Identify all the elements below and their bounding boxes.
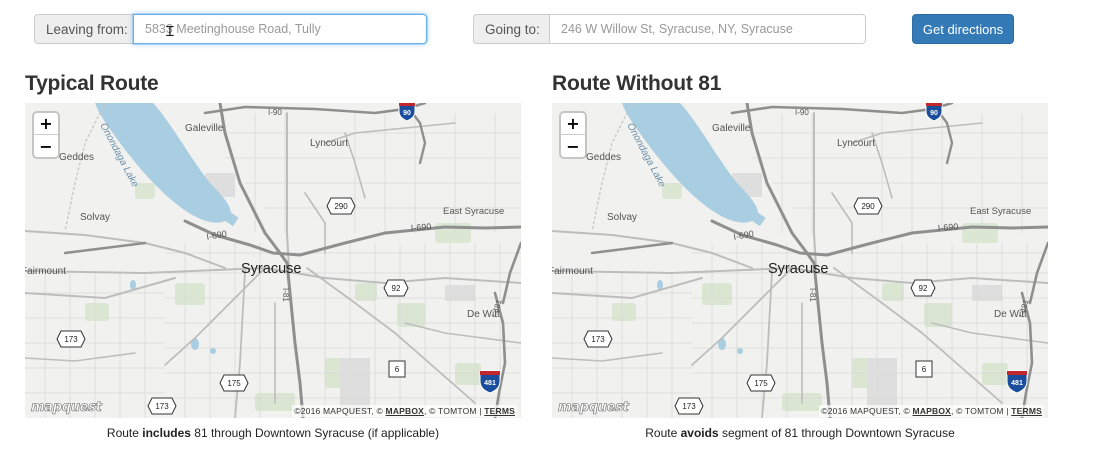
city-label: Syracuse	[768, 261, 828, 277]
city-label: Syracuse	[241, 261, 301, 277]
attribution-prefix: ©2016 MAPQUEST, ©	[821, 406, 913, 416]
svg-text:290: 290	[334, 202, 348, 211]
route-290-shield-icon: 290	[853, 197, 883, 215]
caption-emphasis: includes	[142, 426, 191, 440]
galeville-label: Galeville	[712, 123, 751, 134]
mapquest-logo[interactable]: mapquest	[558, 400, 629, 416]
i690-east-label: I-690	[937, 222, 958, 233]
solvay-label: Solvay	[80, 212, 110, 223]
route-173-shield-icon: 173	[56, 330, 86, 348]
route-173-south-shield-icon: 173	[674, 397, 704, 415]
going-to-label: Going to:	[473, 14, 549, 44]
svg-text:92: 92	[919, 284, 928, 293]
svg-text:290: 290	[861, 202, 875, 211]
route-map[interactable]: Onondaga Lake Galeville Geddes Lyncourt …	[552, 103, 1048, 418]
svg-text:173: 173	[591, 335, 605, 344]
map-attribution: ©2016 MAPQUEST, © MAPBOX, © TOMTOM | TER…	[819, 405, 1044, 417]
zoom-in-button[interactable]: +	[561, 113, 585, 135]
i90-label: I-90	[795, 108, 809, 117]
route-6-shield-icon: 6	[915, 360, 933, 378]
svg-text:175: 175	[754, 379, 768, 388]
route-without-81-panel: Route Without 81 Onondaga Lake Galeville…	[552, 70, 1048, 440]
zoom-control: + −	[34, 113, 58, 157]
i81-label: I-81	[808, 288, 817, 302]
route-map[interactable]: Onondaga Lake Galeville Geddes Lyncourt …	[25, 103, 521, 418]
svg-text:90: 90	[930, 110, 938, 117]
zoom-in-button[interactable]: +	[34, 113, 58, 135]
going-to-input[interactable]: 246 W Willow St, Syracuse, NY, Syracuse	[549, 14, 866, 44]
attribution-mid: , © TOMTOM |	[424, 406, 485, 416]
svg-text:481: 481	[484, 380, 496, 387]
solvay-label: Solvay	[607, 212, 637, 223]
going-to-group: Going to: 246 W Willow St, Syracuse, NY,…	[473, 14, 866, 44]
attribution-mid: , © TOMTOM |	[951, 406, 1012, 416]
route-caption: Route avoids segment of 81 through Downt…	[552, 426, 1048, 440]
svg-text:173: 173	[155, 402, 169, 411]
leaving-from-group: Leaving from: 5833 Meetinghouse Road, Tu…	[34, 14, 427, 44]
route-173-shield-icon: 173	[583, 330, 613, 348]
caption-prefix: Route	[106, 426, 143, 440]
i81-label: I-81	[281, 288, 290, 302]
route-173-south-shield-icon: 173	[147, 397, 177, 415]
zoom-out-button[interactable]: −	[34, 135, 58, 157]
caption-emphasis: avoids	[680, 426, 719, 440]
fairmount-label: Fairmount	[25, 266, 66, 277]
svg-text:90: 90	[403, 110, 411, 117]
route-290-shield-icon: 290	[326, 197, 356, 215]
route-92-shield-icon: 92	[383, 279, 409, 297]
text-cursor-icon: Ɪ	[166, 24, 174, 40]
map-tiles[interactable]: Onondaga Lake Galeville Geddes Lyncourt …	[25, 103, 521, 418]
svg-text:92: 92	[392, 284, 401, 293]
svg-text:6: 6	[395, 365, 400, 374]
geddes-label: Geddes	[586, 152, 621, 163]
galeville-label: Galeville	[185, 123, 224, 134]
lyncourt-label: Lyncourt	[310, 138, 348, 149]
terms-link[interactable]: TERMS	[1011, 406, 1042, 416]
east-syracuse-label: East Syracuse	[443, 206, 504, 217]
caption-suffix: 81 through Downtown Syracuse (if applica…	[190, 426, 440, 440]
svg-text:175: 175	[227, 379, 241, 388]
typical-route-panel: Typical Route Onondaga Lake Galeville Ge…	[25, 70, 521, 440]
lyncourt-label: Lyncourt	[837, 138, 875, 149]
caption-suffix: segment of 81 through Downtown Syracuse	[718, 426, 955, 440]
geddes-label: Geddes	[59, 152, 94, 163]
fairmount-label: Fairmount	[552, 266, 593, 277]
svg-text:6: 6	[922, 365, 927, 374]
map-attribution: ©2016 MAPQUEST, © MAPBOX, © TOMTOM | TER…	[292, 405, 517, 417]
svg-text:173: 173	[64, 335, 78, 344]
svg-text:173: 173	[682, 402, 696, 411]
zoom-out-button[interactable]: −	[561, 135, 585, 157]
i690-east-label: I-690	[410, 222, 431, 233]
map-tiles[interactable]: Onondaga Lake Galeville Geddes Lyncourt …	[552, 103, 1048, 418]
attribution-prefix: ©2016 MAPQUEST, ©	[294, 406, 386, 416]
svg-text:481: 481	[1011, 380, 1023, 387]
route-92-shield-icon: 92	[910, 279, 936, 297]
route-175-shield-icon: 175	[219, 374, 249, 392]
caption-prefix: Route	[645, 426, 681, 440]
i90-label: I-90	[268, 108, 282, 117]
mapbox-link[interactable]: MAPBOX	[386, 406, 425, 416]
route-6-shield-icon: 6	[388, 360, 406, 378]
panel-title: Typical Route	[25, 72, 159, 95]
east-syracuse-label: East Syracuse	[970, 206, 1031, 217]
route-caption: Route includes 81 through Downtown Syrac…	[25, 426, 521, 440]
panel-title: Route Without 81	[552, 72, 722, 95]
leaving-from-label: Leaving from:	[34, 14, 133, 44]
get-directions-button[interactable]: Get directions	[912, 14, 1014, 44]
mapbox-link[interactable]: MAPBOX	[913, 406, 952, 416]
zoom-control: + −	[561, 113, 585, 157]
mapquest-logo[interactable]: mapquest	[31, 400, 102, 416]
route-175-shield-icon: 175	[746, 374, 776, 392]
terms-link[interactable]: TERMS	[484, 406, 515, 416]
leaving-from-input[interactable]: 5833 Meetinghouse Road, Tully	[133, 14, 427, 44]
